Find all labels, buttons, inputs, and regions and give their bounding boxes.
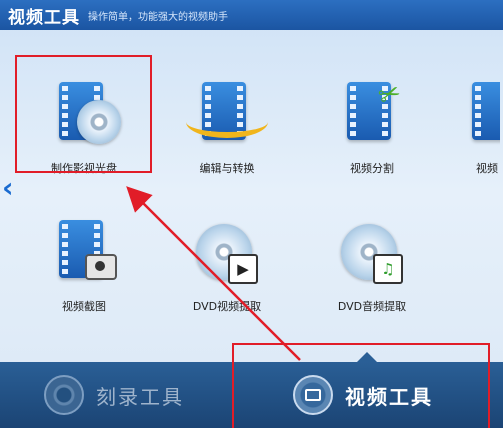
- annotation-arrow: [126, 186, 301, 361]
